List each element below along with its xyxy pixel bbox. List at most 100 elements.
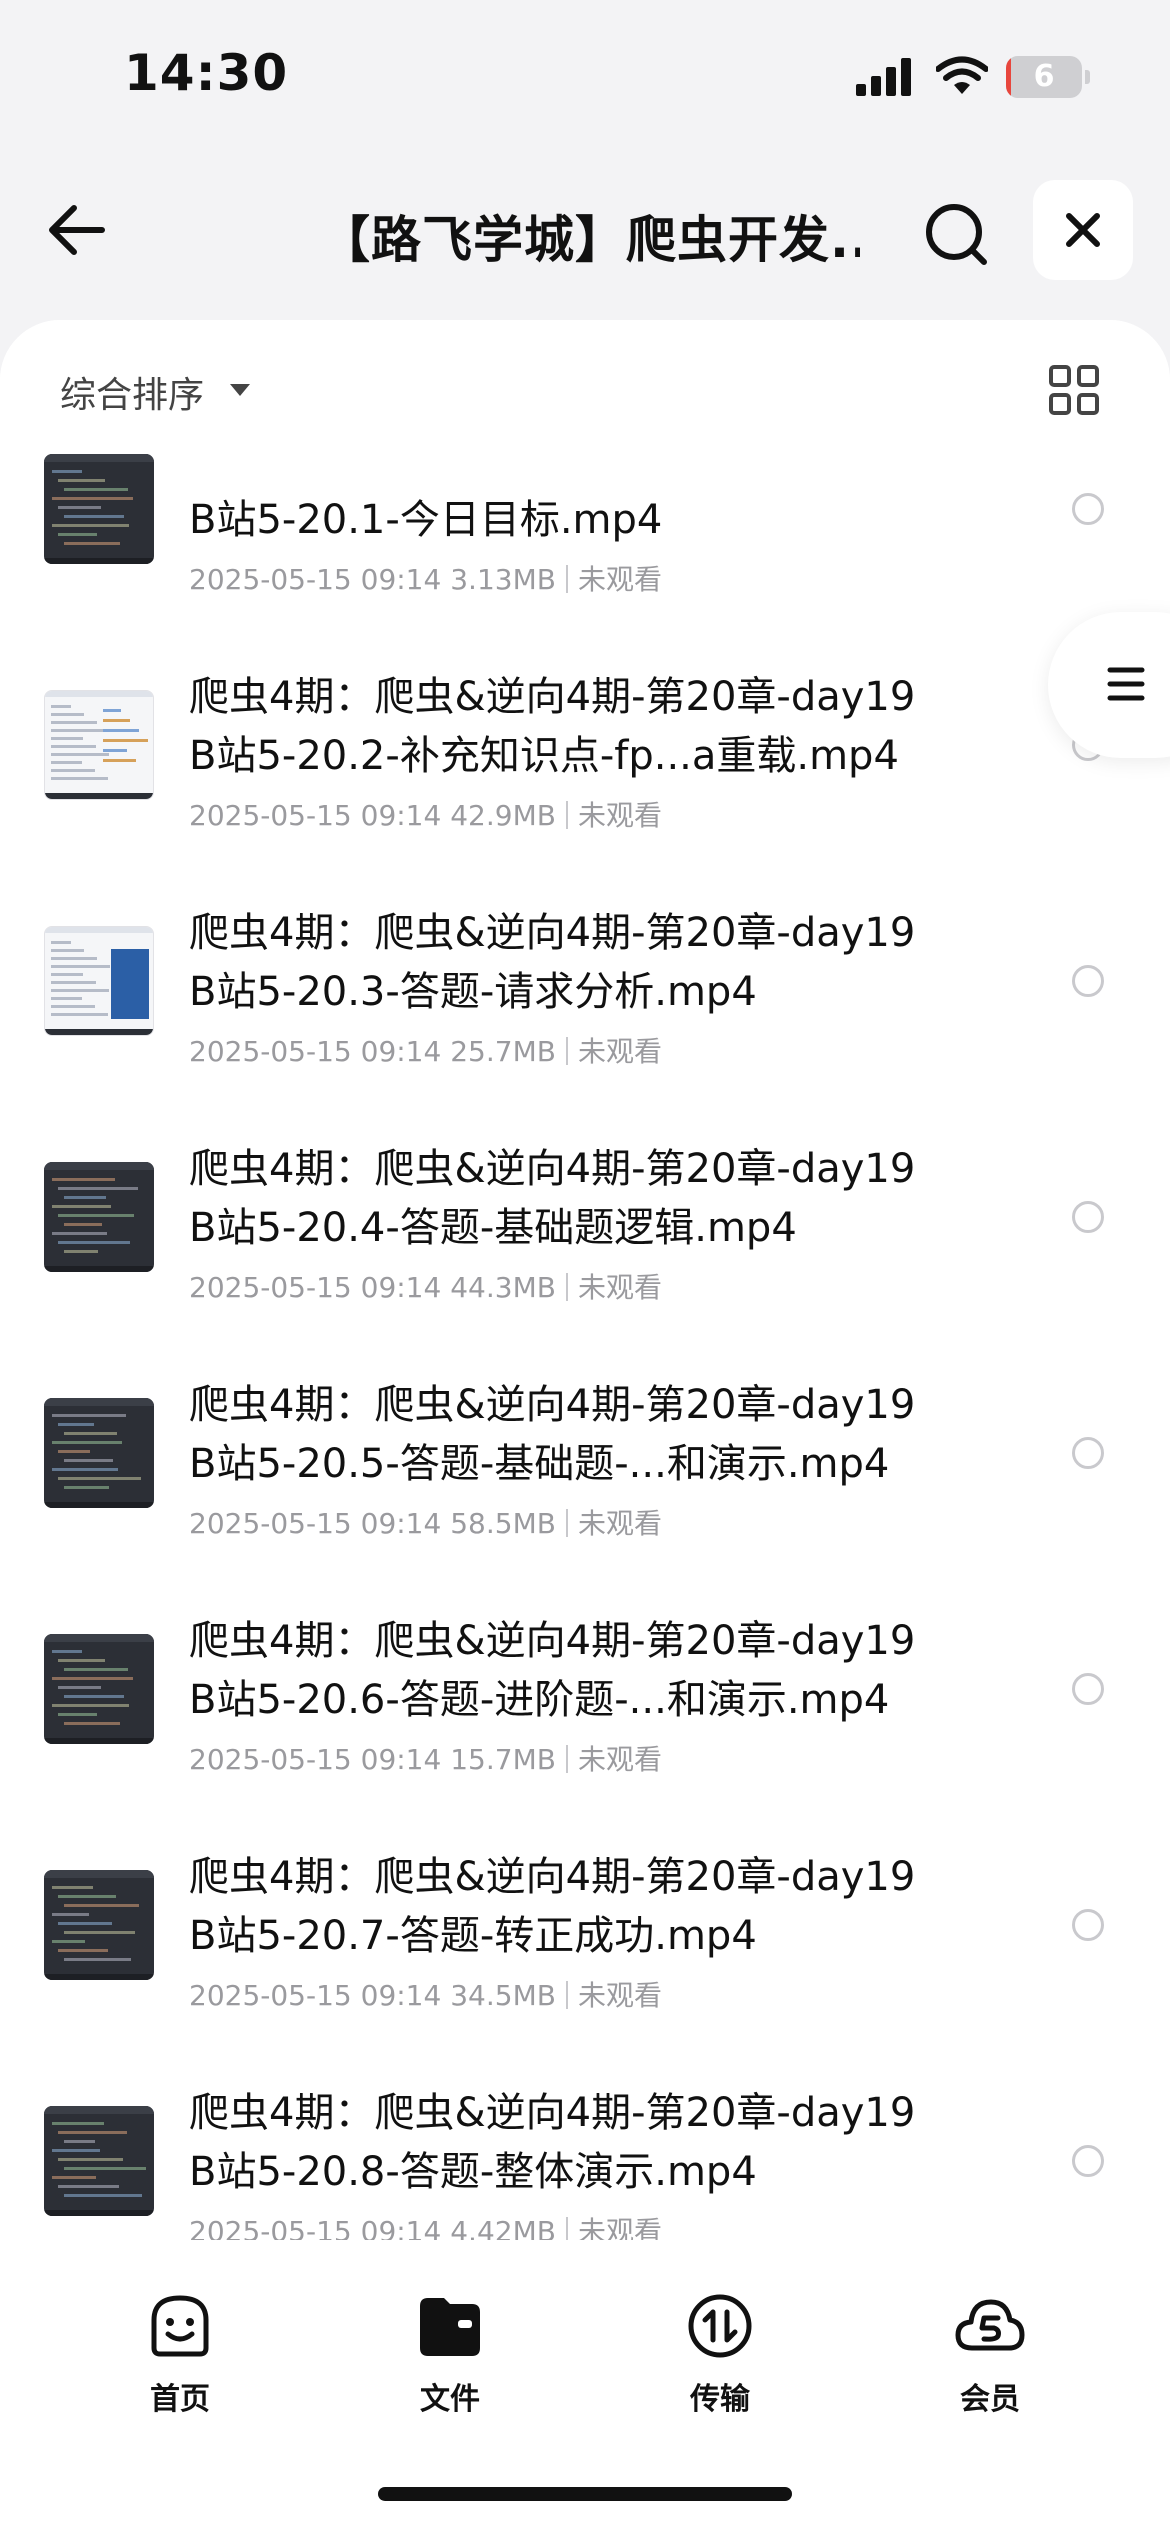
file-size: 34.5MB [450, 1979, 556, 2012]
file-meta: 2025-05-15 09:14 34.5MB 未观看 [189, 1974, 662, 2014]
video-thumbnail [44, 690, 154, 800]
file-meta: 2025-05-15 09:14 3.13MB 未观看 [189, 558, 662, 598]
file-name-line1: 爬虫4期：爬虫&逆向4期-第20章-day19 [189, 910, 916, 956]
file-name-line1: 爬虫4期：爬虫&逆向4期-第20章-day19 [189, 674, 916, 720]
video-thumbnail [44, 1634, 154, 1744]
file-meta: 2025-05-15 09:14 4.42MB 未观看 [189, 2210, 662, 2240]
watch-status: 未观看 [577, 1743, 662, 1776]
close-button[interactable] [1033, 180, 1133, 280]
home-indicator [378, 2487, 792, 2501]
sort-dropdown[interactable]: 综合排序 [60, 366, 204, 418]
select-radio[interactable] [1072, 1201, 1104, 1233]
video-thumbnail [44, 1162, 154, 1272]
folder-icon [420, 2298, 480, 2356]
file-date: 2025-05-15 09:14 [189, 563, 442, 596]
file-row[interactable]: 爬虫4期：爬虫&逆向4期-第20章-day19 B站5-20.3-答题-请求分析.… [0, 862, 1170, 1098]
meta-separator [565, 565, 568, 593]
file-size: 25.7MB [450, 1035, 556, 1068]
file-row[interactable]: 爬虫4期：爬虫&逆向4期-第20章-day19 B站5-20.4-答题-基础题逻辑… [0, 1098, 1170, 1334]
select-radio[interactable] [1072, 1909, 1104, 1941]
file-size: 15.7MB [450, 1743, 556, 1776]
file-name-line2: B站5-20.8-答题-整体演示.mp4 [189, 2149, 757, 2195]
tab-home[interactable]: 首页 [100, 2290, 260, 2420]
file-date: 2025-05-15 09:14 [189, 799, 442, 832]
select-radio[interactable] [1072, 1437, 1104, 1469]
watch-status: 未观看 [577, 1979, 662, 2012]
file-row[interactable]: 爬虫4期：爬虫&逆向4期-第20章-day19 B站5-20.2-补充知识点-fp… [0, 626, 1170, 862]
meta-separator [565, 801, 568, 829]
file-size: 44.3MB [450, 1271, 556, 1304]
tab-files-label: 文件 [420, 2382, 480, 2417]
file-name-line1: 爬虫4期：爬虫&逆向4期-第20章-day19 [189, 1618, 916, 1664]
meta-separator [565, 1509, 568, 1537]
file-name-line2: B站5-20.2-补充知识点-fp...a重载.mp4 [189, 733, 899, 779]
wifi-icon [936, 56, 988, 94]
transfer-icon [688, 2294, 752, 2358]
meta-separator [565, 2217, 568, 2240]
file-name-line2: B站5-20.4-答题-基础题逻辑.mp4 [189, 1205, 797, 1251]
search-icon[interactable] [918, 196, 998, 276]
status-time: 14:30 [124, 44, 289, 102]
file-meta: 2025-05-15 09:14 15.7MB 未观看 [189, 1738, 662, 1778]
file-row[interactable]: B站5-20.1-今日目标.mp4 2025-05-15 09:14 3.13MB… [0, 450, 1170, 626]
file-size: 58.5MB [450, 1507, 556, 1540]
meta-separator [565, 1981, 568, 2009]
watch-status: 未观看 [577, 1507, 662, 1540]
member-cloud-icon [955, 2299, 1025, 2351]
file-meta: 2025-05-15 09:14 25.7MB 未观看 [189, 1030, 662, 1070]
select-radio[interactable] [1072, 965, 1104, 997]
file-row[interactable]: 爬虫4期：爬虫&逆向4期-第20章-day19 B站5-20.5-答题-基础题-.… [0, 1334, 1170, 1570]
select-radio[interactable] [1072, 2145, 1104, 2177]
file-date: 2025-05-15 09:14 [189, 1743, 442, 1776]
meta-separator [565, 1273, 568, 1301]
tab-member-label: 会员 [960, 2382, 1020, 2417]
meta-separator [565, 1037, 568, 1065]
nav-bar: 【路飞学城】爬虫开发... [0, 150, 1170, 315]
tab-home-label: 首页 [150, 2382, 210, 2417]
file-row[interactable]: 爬虫4期：爬虫&逆向4期-第20章-day19 B站5-20.6-答题-进阶题-.… [0, 1570, 1170, 1806]
watch-status: 未观看 [577, 2215, 662, 2240]
file-name-line1: 爬虫4期：爬虫&逆向4期-第20章-day19 [189, 2090, 916, 2136]
tab-member[interactable]: 会员 [910, 2290, 1070, 2420]
file-name-line1: 爬虫4期：爬虫&逆向4期-第20章-day19 [189, 1146, 916, 1192]
file-name-line2: B站5-20.5-答题-基础题-...和演示.mp4 [189, 1441, 890, 1487]
file-name-line2: B站5-20.3-答题-请求分析.mp4 [189, 969, 757, 1015]
smiley-face-icon [151, 2295, 209, 2357]
file-name-line1: 爬虫4期：爬虫&逆向4期-第20章-day19 [189, 1382, 916, 1428]
select-radio[interactable] [1072, 1673, 1104, 1705]
video-thumbnail [44, 2106, 154, 2216]
file-size: 4.42MB [450, 2215, 556, 2240]
file-date: 2025-05-15 09:14 [189, 1979, 442, 2012]
video-thumbnail [44, 1398, 154, 1508]
file-row[interactable]: 爬虫4期：爬虫&逆向4期-第20章-day19 B站5-20.8-答题-整体演示.… [0, 2042, 1170, 2240]
file-date: 2025-05-15 09:14 [189, 1035, 442, 1068]
caret-down-icon[interactable] [228, 382, 252, 398]
file-list[interactable]: B站5-20.1-今日目标.mp4 2025-05-15 09:14 3.13MB… [0, 450, 1170, 2240]
grid-view-icon[interactable] [1048, 364, 1100, 416]
page-title: 【路飞学城】爬虫开发... [320, 211, 860, 269]
file-date: 2025-05-15 09:14 [189, 1507, 442, 1540]
file-list-panel: 综合排序 B站5-20.1-今日目标.mp4 2025-05-15 09:14 3… [0, 320, 1170, 2240]
watch-status: 未观看 [577, 563, 662, 596]
sort-bar: 综合排序 [0, 320, 1170, 450]
tab-transfer[interactable]: 传输 [640, 2290, 800, 2420]
file-size: 3.13MB [450, 563, 556, 596]
watch-status: 未观看 [577, 1035, 662, 1068]
battery-icon: 6 [1006, 56, 1090, 98]
video-thumbnail [44, 1870, 154, 1980]
video-thumbnail [44, 926, 154, 1036]
back-arrow-icon[interactable] [40, 190, 120, 270]
signal-icon [856, 58, 911, 96]
video-thumbnail [44, 454, 154, 564]
select-radio[interactable] [1072, 493, 1104, 525]
meta-separator [565, 1745, 568, 1773]
file-row[interactable]: 爬虫4期：爬虫&逆向4期-第20章-day19 B站5-20.7-答题-转正成功.… [0, 1806, 1170, 2042]
watch-status: 未观看 [577, 1271, 662, 1304]
file-name-line2: B站5-20.7-答题-转正成功.mp4 [189, 1913, 757, 1959]
file-name-line1: 爬虫4期：爬虫&逆向4期-第20章-day19 [189, 1854, 916, 1900]
file-name-line2: B站5-20.1-今日目标.mp4 [189, 497, 663, 543]
file-date: 2025-05-15 09:14 [189, 1271, 442, 1304]
file-meta: 2025-05-15 09:14 44.3MB 未观看 [189, 1266, 662, 1306]
tab-files[interactable]: 文件 [370, 2290, 530, 2420]
close-icon [1066, 213, 1100, 247]
